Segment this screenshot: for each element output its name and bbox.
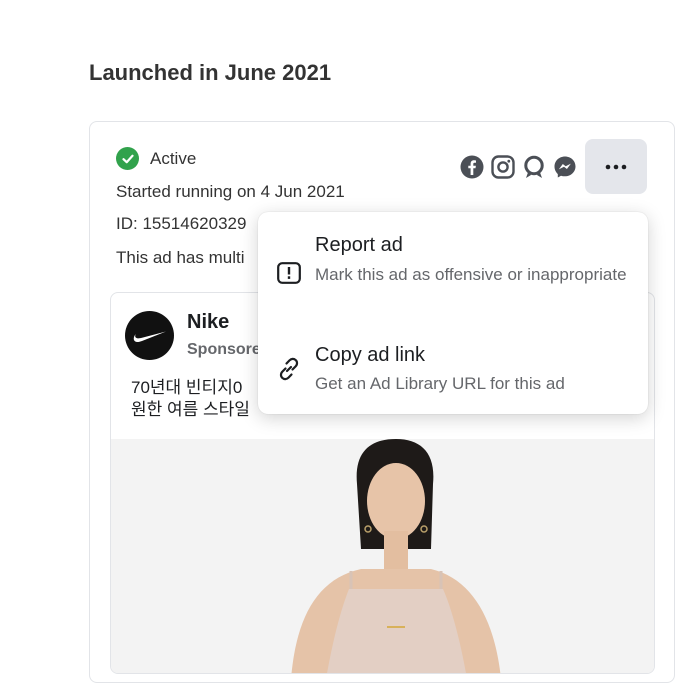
report-ad-item[interactable]: Report ad Mark this ad as offensive or i… [258, 212, 648, 320]
platform-icons [459, 154, 578, 180]
start-date-text: Started running on 4 Jun 2021 [116, 182, 345, 201]
instagram-icon [490, 154, 516, 180]
sponsored-label: Sponsore [187, 341, 261, 358]
advertiser-avatar[interactable] [125, 311, 174, 360]
ad-options-menu: Report ad Mark this ad as offensive or i… [258, 212, 648, 414]
ad-id-text: ID: 15514620329 [116, 214, 247, 233]
menu-item-title: Copy ad link [315, 344, 426, 366]
active-check-icon [116, 147, 139, 170]
copy-ad-link-item[interactable]: Copy ad link Get an Ad Library URL for t… [258, 330, 648, 408]
link-icon [276, 356, 302, 382]
messenger-icon [552, 154, 578, 180]
more-dots-icon [605, 164, 627, 169]
facebook-icon [459, 154, 485, 180]
status-label: Active [150, 148, 197, 168]
section-title: Launched in June 2021 [89, 60, 332, 85]
menu-item-subtitle: Get an Ad Library URL for this ad [315, 374, 565, 393]
audience-network-icon [521, 154, 547, 180]
ad-image[interactable] [111, 439, 654, 673]
menu-item-subtitle: Mark this ad as offensive or inappropria… [315, 265, 627, 284]
advertiser-name[interactable]: Nike [187, 311, 229, 334]
multi-version-text: This ad has multi [116, 248, 245, 267]
menu-item-title: Report ad [315, 234, 403, 256]
report-icon [276, 260, 302, 286]
nike-logo-icon [133, 331, 166, 342]
more-options-button[interactable] [585, 139, 647, 194]
ad-status: Active [116, 147, 196, 170]
